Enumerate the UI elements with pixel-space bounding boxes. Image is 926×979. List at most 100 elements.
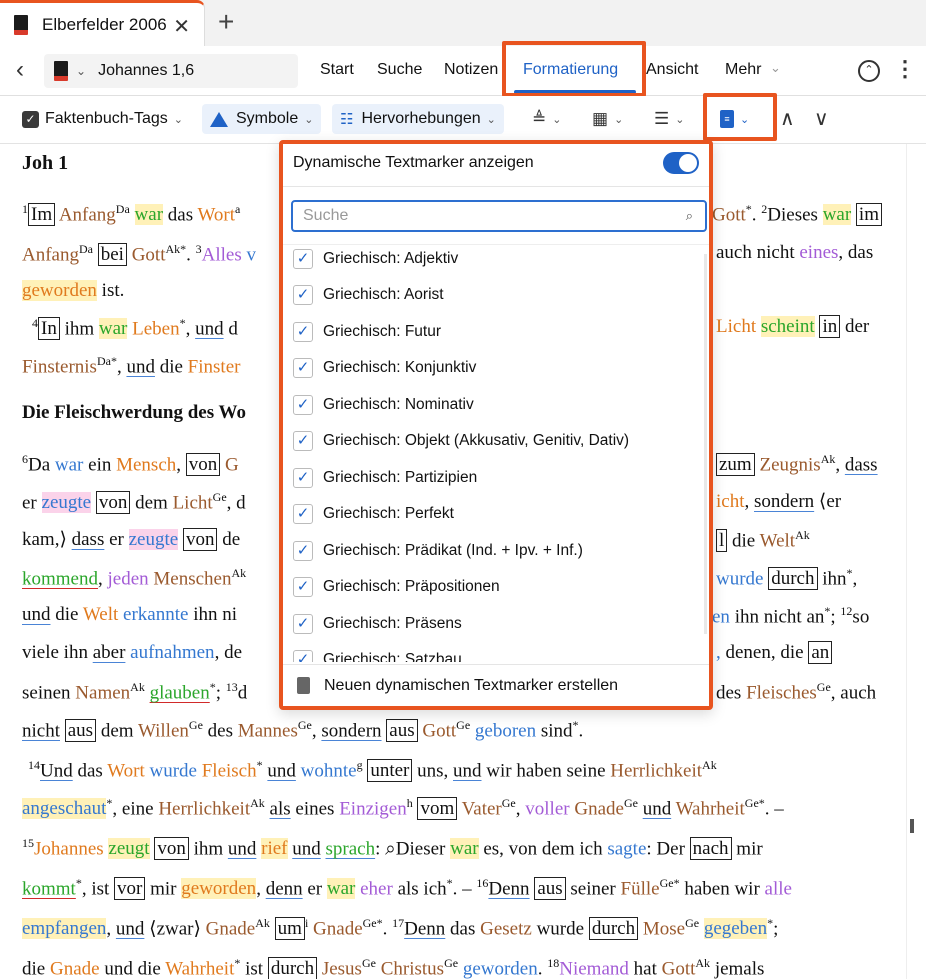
scrollbar[interactable] (906, 144, 916, 979)
marker-label: Griechisch: Perfekt (323, 505, 454, 522)
verse-line: , denen, die an (716, 641, 833, 664)
checkbox-checked-icon[interactable]: ✓ (293, 285, 313, 305)
dynamic-marker-dropdown: Dynamische Textmarker anzeigen Suche ⌕ ✓… (279, 140, 713, 710)
create-marker-button[interactable]: Neuen dynamischen Textmarker erstellen (283, 664, 709, 706)
verse-line: 6Da war ein Mensch, von G (22, 452, 239, 477)
text-style-icon: ≜ (532, 109, 547, 128)
verse-line: geworden ist. (22, 280, 125, 301)
annotation-highlight-box (502, 41, 646, 97)
marker-item[interactable]: ✓ Griechisch: Perfekt (293, 504, 454, 524)
chevron-down-icon: ⌄ (76, 64, 87, 78)
add-tab-icon[interactable]: + (218, 6, 234, 38)
menu-suche[interactable]: Suche (377, 61, 422, 79)
marker-label: Griechisch: Adjektiv (323, 250, 459, 267)
next-icon[interactable]: ∨ (814, 106, 829, 131)
checkbox-checked-icon[interactable]: ✓ (293, 249, 313, 269)
verse-line: AnfangDa bei GottAk*. 3Alles v (22, 242, 257, 267)
marker-item[interactable]: ✓ Griechisch: Nominativ (293, 395, 474, 415)
verse-line: die Gnade und die Wahrheit* ist durch Je… (22, 956, 765, 979)
chevron-down-icon: ⌄ (486, 113, 496, 126)
verse-line: 4 In ihm war Leben*, und d (32, 316, 238, 341)
marker-item[interactable]: ✓ Griechisch: Partizipien (293, 468, 477, 488)
marker-label: Griechisch: Prädikat (Ind. + Ipv. + Inf.… (323, 542, 583, 559)
verse-line: 1 Im AnfangDa war das Worta (22, 202, 241, 227)
verse-line: Licht scheint in der (716, 315, 870, 338)
menu-start[interactable]: Start (320, 61, 354, 79)
checkbox-checked-icon[interactable]: ✓ (293, 468, 313, 488)
triangle-icon (210, 111, 228, 127)
verse-line: angeschaut*, eine HerrlichkeitAk als ein… (22, 796, 784, 821)
chapter-heading: Joh 1 (22, 152, 69, 174)
tab-title: Elberfelder 2006 (42, 14, 167, 34)
verse-line: und die Welt erkannte ihn ni (22, 604, 237, 625)
chevron-down-icon: ⌄ (173, 113, 183, 126)
marker-item[interactable]: ✓ Griechisch: Präpositionen (293, 577, 500, 597)
verse-line: kam,⟩ dass er zeugte von de (22, 528, 241, 551)
checkbox-checked-icon[interactable]: ✓ (293, 504, 313, 524)
verse-line: en ihn nicht an*; 12so (712, 604, 870, 628)
previous-icon[interactable]: ∧ (780, 106, 795, 131)
dropdown-header: Dynamische Textmarker anzeigen (293, 154, 534, 171)
search-icon: ⌕ (685, 208, 693, 223)
marker-item[interactable]: ✓ Griechisch: Futur (293, 322, 441, 342)
back-arrow-icon[interactable]: ‹ (16, 56, 24, 84)
chevron-down-icon: ⌄ (552, 113, 562, 126)
menu-ansicht[interactable]: Ansicht (646, 61, 698, 79)
calendar-button[interactable]: ▦ ⌄ (584, 104, 631, 134)
checkbox-checked-icon[interactable]: ✓ (293, 614, 313, 634)
verse-line: wurde durch ihn*, (716, 566, 858, 591)
more-options-icon[interactable]: ⋮ (894, 56, 916, 82)
book-icon (54, 61, 68, 81)
reference-selector[interactable]: ⌄ Johannes 1,6 (44, 54, 298, 88)
chevron-down-icon: ⌄ (770, 60, 781, 75)
marker-label: Griechisch: Aorist (323, 286, 444, 303)
checkbox-checked-icon[interactable]: ✓ (293, 358, 313, 378)
checkbox-checked-icon[interactable]: ✓ (293, 395, 313, 415)
close-icon[interactable]: ✕ (173, 14, 190, 39)
verse-line: l die WeltAk (716, 528, 810, 553)
document-tab[interactable]: Elberfelder 2006 ✕ (0, 0, 205, 46)
verse-line: viele ihn aber aufnahmen, de (22, 642, 242, 663)
marker-item[interactable]: ✓ Griechisch: Aorist (293, 285, 444, 305)
marker-item[interactable]: ✓ Griechisch: Satzbau (293, 650, 462, 662)
marker-label: Griechisch: Objekt (Akkusativ, Genitiv, … (323, 432, 630, 449)
notes-button[interactable]: ☰ ⌄ (646, 104, 692, 134)
menu-notizen[interactable]: Notizen (444, 61, 498, 79)
verse-line: FinsternisDa*, und die Finster (22, 354, 241, 378)
checkbox-checked-icon[interactable]: ✓ (293, 650, 313, 662)
checkbox-checked-icon[interactable]: ✓ (293, 322, 313, 342)
marker-list: ✓ Griechisch: Adjektiv ✓ Griechisch: Aoris… (283, 244, 709, 662)
marker-item[interactable]: ✓ Griechisch: Adjektiv (293, 249, 458, 269)
list-icon: ☰ (654, 109, 670, 128)
symbole-button[interactable]: Symbole ⌄ (202, 104, 322, 134)
marker-label: Griechisch: Nominativ (323, 396, 474, 413)
checkbox-checked-icon[interactable]: ✓ (293, 431, 313, 451)
show-markers-toggle[interactable] (663, 152, 699, 174)
faktenbuch-label: Faktenbuch-Tags (45, 110, 168, 127)
marker-item[interactable]: ✓ Griechisch: Konjunktiv (293, 358, 476, 378)
collapse-icon[interactable]: ⌃ (858, 60, 880, 82)
marker-item[interactable]: ✓ Griechisch: Prädikat (Ind. + Ipv. + Inf… (293, 541, 583, 561)
checkbox-checked-icon[interactable]: ✓ (293, 577, 313, 597)
chevron-down-icon: ⌄ (304, 113, 314, 126)
verse-line: 14Und das Wort wurde Fleisch* und wohnte… (28, 758, 717, 783)
marker-item[interactable]: ✓ Griechisch: Präsens (293, 614, 462, 634)
text-format-button[interactable]: ≜ ⌄ (524, 104, 569, 134)
scrollbar-thumb[interactable] (910, 819, 914, 833)
chevron-down-icon: ⌄ (675, 113, 685, 126)
marker-label: Griechisch: Futur (323, 323, 442, 340)
checkbox-checked-icon[interactable]: ✓ (293, 541, 313, 561)
calendar-icon: ▦ (592, 109, 609, 128)
search-input[interactable]: Suche ⌕ (291, 200, 707, 232)
create-marker-label: Neuen dynamischen Textmarker erstellen (324, 676, 619, 694)
hervorhebungen-button[interactable]: ☷ Hervorhebungen ⌄ (332, 104, 504, 134)
marker-item[interactable]: ✓ Griechisch: Objekt (Akkusativ, Genitiv,… (293, 431, 629, 451)
book-icon (14, 14, 28, 35)
symbole-label: Symbole (236, 110, 299, 127)
verse-line: zum ZeugnisAk, dass (716, 452, 878, 477)
faktenbuch-tags-button[interactable]: ✓ Faktenbuch-Tags ⌄ (14, 104, 191, 134)
verse-line: seinen NamenAk glauben*; 13d (22, 680, 248, 704)
menu-mehr[interactable]: Mehr (725, 61, 761, 79)
dropdown-scrollbar[interactable] (704, 254, 707, 634)
divider (283, 186, 709, 187)
